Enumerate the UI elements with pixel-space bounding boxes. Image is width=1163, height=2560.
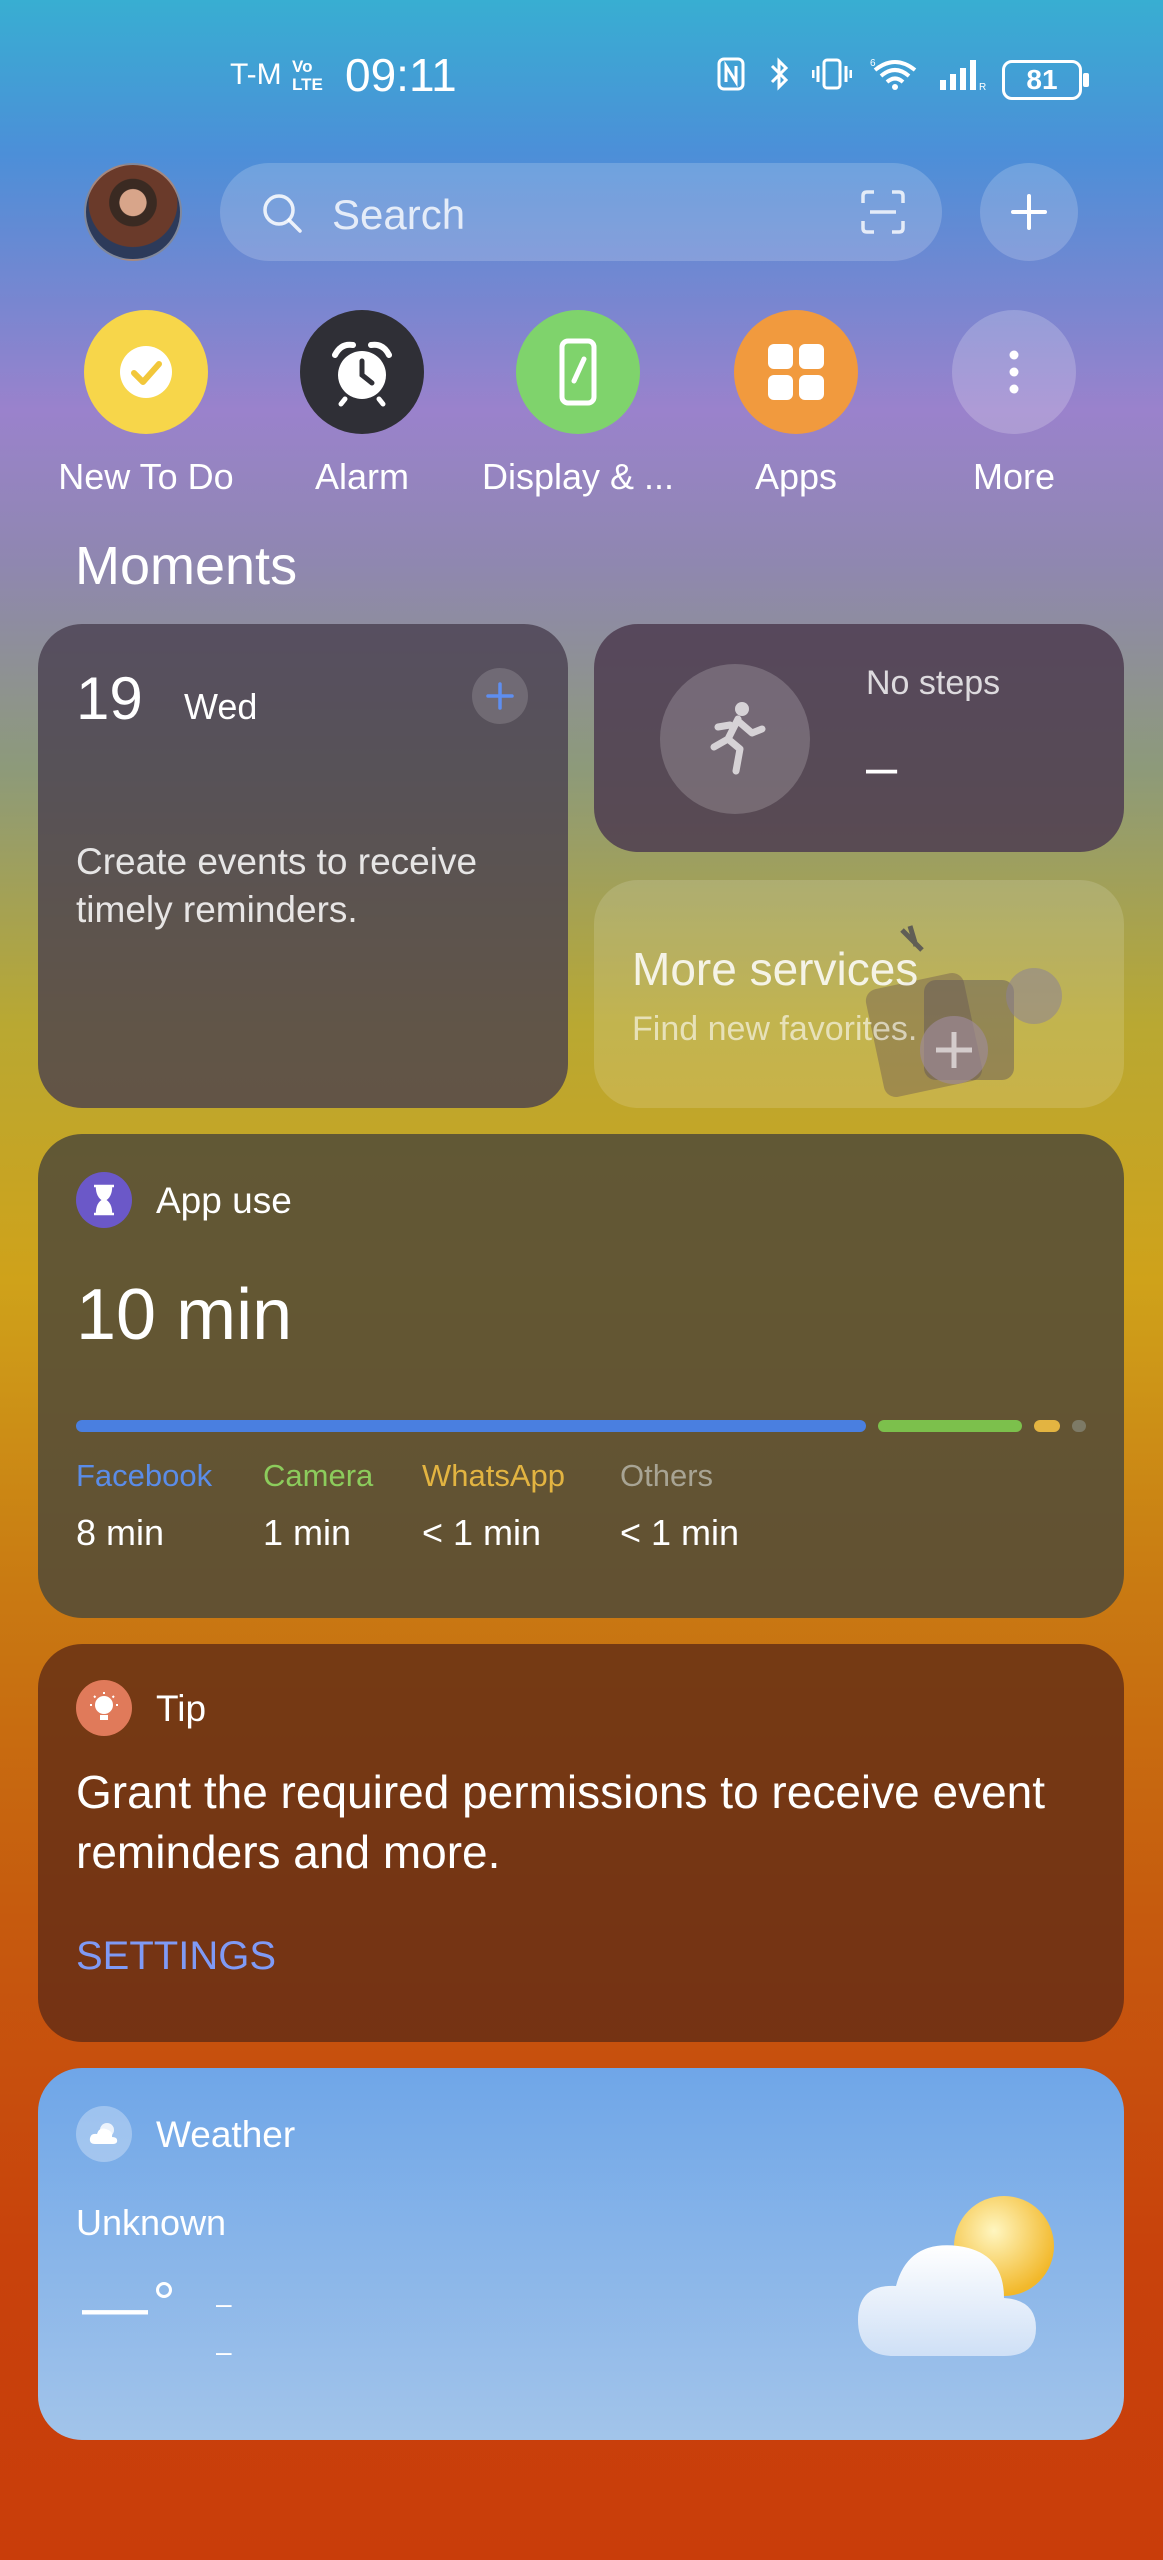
wifi-6-icon: 6 <box>870 58 917 90</box>
phone-display-icon <box>559 338 597 406</box>
search-placeholder: Search <box>332 191 466 238</box>
scan-icon[interactable] <box>860 189 906 235</box>
services-title: More services <box>632 943 919 995</box>
steps-card[interactable]: No steps – <box>594 624 1124 852</box>
usage-bar <box>76 1420 1086 1432</box>
usage-segment-whatsapp <box>1034 1420 1060 1432</box>
more-vertical-icon <box>1009 350 1019 394</box>
quick-action-circle <box>300 310 424 434</box>
quick-action-label: Display & ... <box>481 456 675 497</box>
steps-value: – <box>866 735 898 798</box>
app-use-card[interactable]: App use 10 min Facebook 8 min Camera 1 m… <box>38 1134 1124 1618</box>
weather-high: – <box>216 2288 232 2319</box>
calendar-weekday: Wed <box>184 686 258 727</box>
weather-location: Unknown <box>76 2202 227 2243</box>
usage-segment-camera <box>878 1420 1022 1432</box>
usage-item-whatsapp: WhatsApp < 1 min <box>422 1458 566 1553</box>
svg-text:R: R <box>979 82 986 92</box>
vibrate-icon <box>812 58 852 90</box>
quick-action-more[interactable]: More <box>904 310 1124 498</box>
tip-text: Grant the required permissions to receiv… <box>76 1766 1046 1878</box>
degree-symbol <box>156 2282 172 2298</box>
calendar-message: Create events to receive timely reminder… <box>76 841 478 930</box>
weather-low: – <box>216 2336 232 2367</box>
weather-card[interactable]: Weather Unknown — – – <box>38 2068 1124 2440</box>
apps-grid-icon <box>768 344 824 400</box>
calendar-card[interactable]: 19 Wed Create events to receive timely r… <box>38 624 568 1108</box>
quick-action-display[interactable]: Display & ... <box>468 310 688 498</box>
services-illustration-icon <box>865 925 1062 1097</box>
search-icon <box>263 194 302 233</box>
lightbulb-icon <box>76 1680 132 1736</box>
quick-action-apps[interactable]: Apps <box>686 310 906 498</box>
quick-action-label: New To Do <box>58 456 234 497</box>
status-time: 09:11 <box>345 49 457 101</box>
quick-action-alarm[interactable]: Alarm <box>252 310 472 498</box>
settings-link[interactable]: SETTINGS <box>76 1934 276 1979</box>
weather-title: Weather <box>156 2114 296 2155</box>
plus-icon <box>486 682 514 710</box>
add-button[interactable] <box>980 163 1078 261</box>
quick-action-circle <box>84 310 208 434</box>
plus-icon <box>1011 194 1047 230</box>
signal-icon: R <box>940 60 986 92</box>
running-icon <box>710 702 766 775</box>
usage-segment-others <box>1072 1420 1086 1432</box>
bluetooth-icon <box>770 57 789 91</box>
battery-indicator: 81 <box>1002 60 1089 100</box>
tip-card: Tip Grant the required permissions to re… <box>38 1644 1124 2042</box>
status-bar: T-M Vo LTE 09:11 6 R 81 <box>0 0 1163 160</box>
quick-action-circle <box>516 310 640 434</box>
volte-indicator: Vo LTE <box>292 57 323 94</box>
quick-action-circle <box>734 310 858 434</box>
quick-action-label: More <box>972 456 1056 497</box>
quick-action-circle <box>952 310 1076 434</box>
quick-action-label: Apps <box>754 456 838 497</box>
weather-temperature: — <box>82 2269 148 2343</box>
add-event-button[interactable] <box>472 668 528 724</box>
app-use-total: 10 min <box>76 1275 293 1355</box>
search-input[interactable]: Search <box>220 163 942 261</box>
nfc-icon <box>717 57 745 91</box>
app-use-title: App use <box>156 1180 292 1221</box>
services-subtitle: Find new favorites. <box>632 1010 918 1048</box>
carrier-name: T-M <box>230 58 282 91</box>
partly-cloudy-icon <box>858 2196 1054 2356</box>
usage-item-others: Others < 1 min <box>620 1458 740 1553</box>
steps-title: No steps <box>866 664 1001 702</box>
moments-title: Moments <box>75 536 298 596</box>
svg-text:6: 6 <box>870 58 876 69</box>
more-services-card[interactable]: More services Find new favorites. <box>594 880 1124 1108</box>
quick-action-new-todo[interactable]: New To Do <box>36 310 256 498</box>
weather-small-icon <box>76 2106 132 2162</box>
usage-segment-facebook <box>76 1420 866 1432</box>
usage-item-facebook: Facebook 8 min <box>76 1458 213 1553</box>
usage-item-camera: Camera 1 min <box>263 1458 374 1553</box>
check-icon <box>120 346 172 398</box>
hourglass-icon <box>76 1172 132 1228</box>
steps-icon-bg <box>660 664 810 814</box>
tip-title: Tip <box>156 1688 207 1729</box>
avatar[interactable] <box>84 163 182 261</box>
calendar-day: 19 <box>76 665 143 732</box>
quick-action-label: Alarm <box>314 456 409 497</box>
alarm-clock-icon <box>332 341 392 407</box>
